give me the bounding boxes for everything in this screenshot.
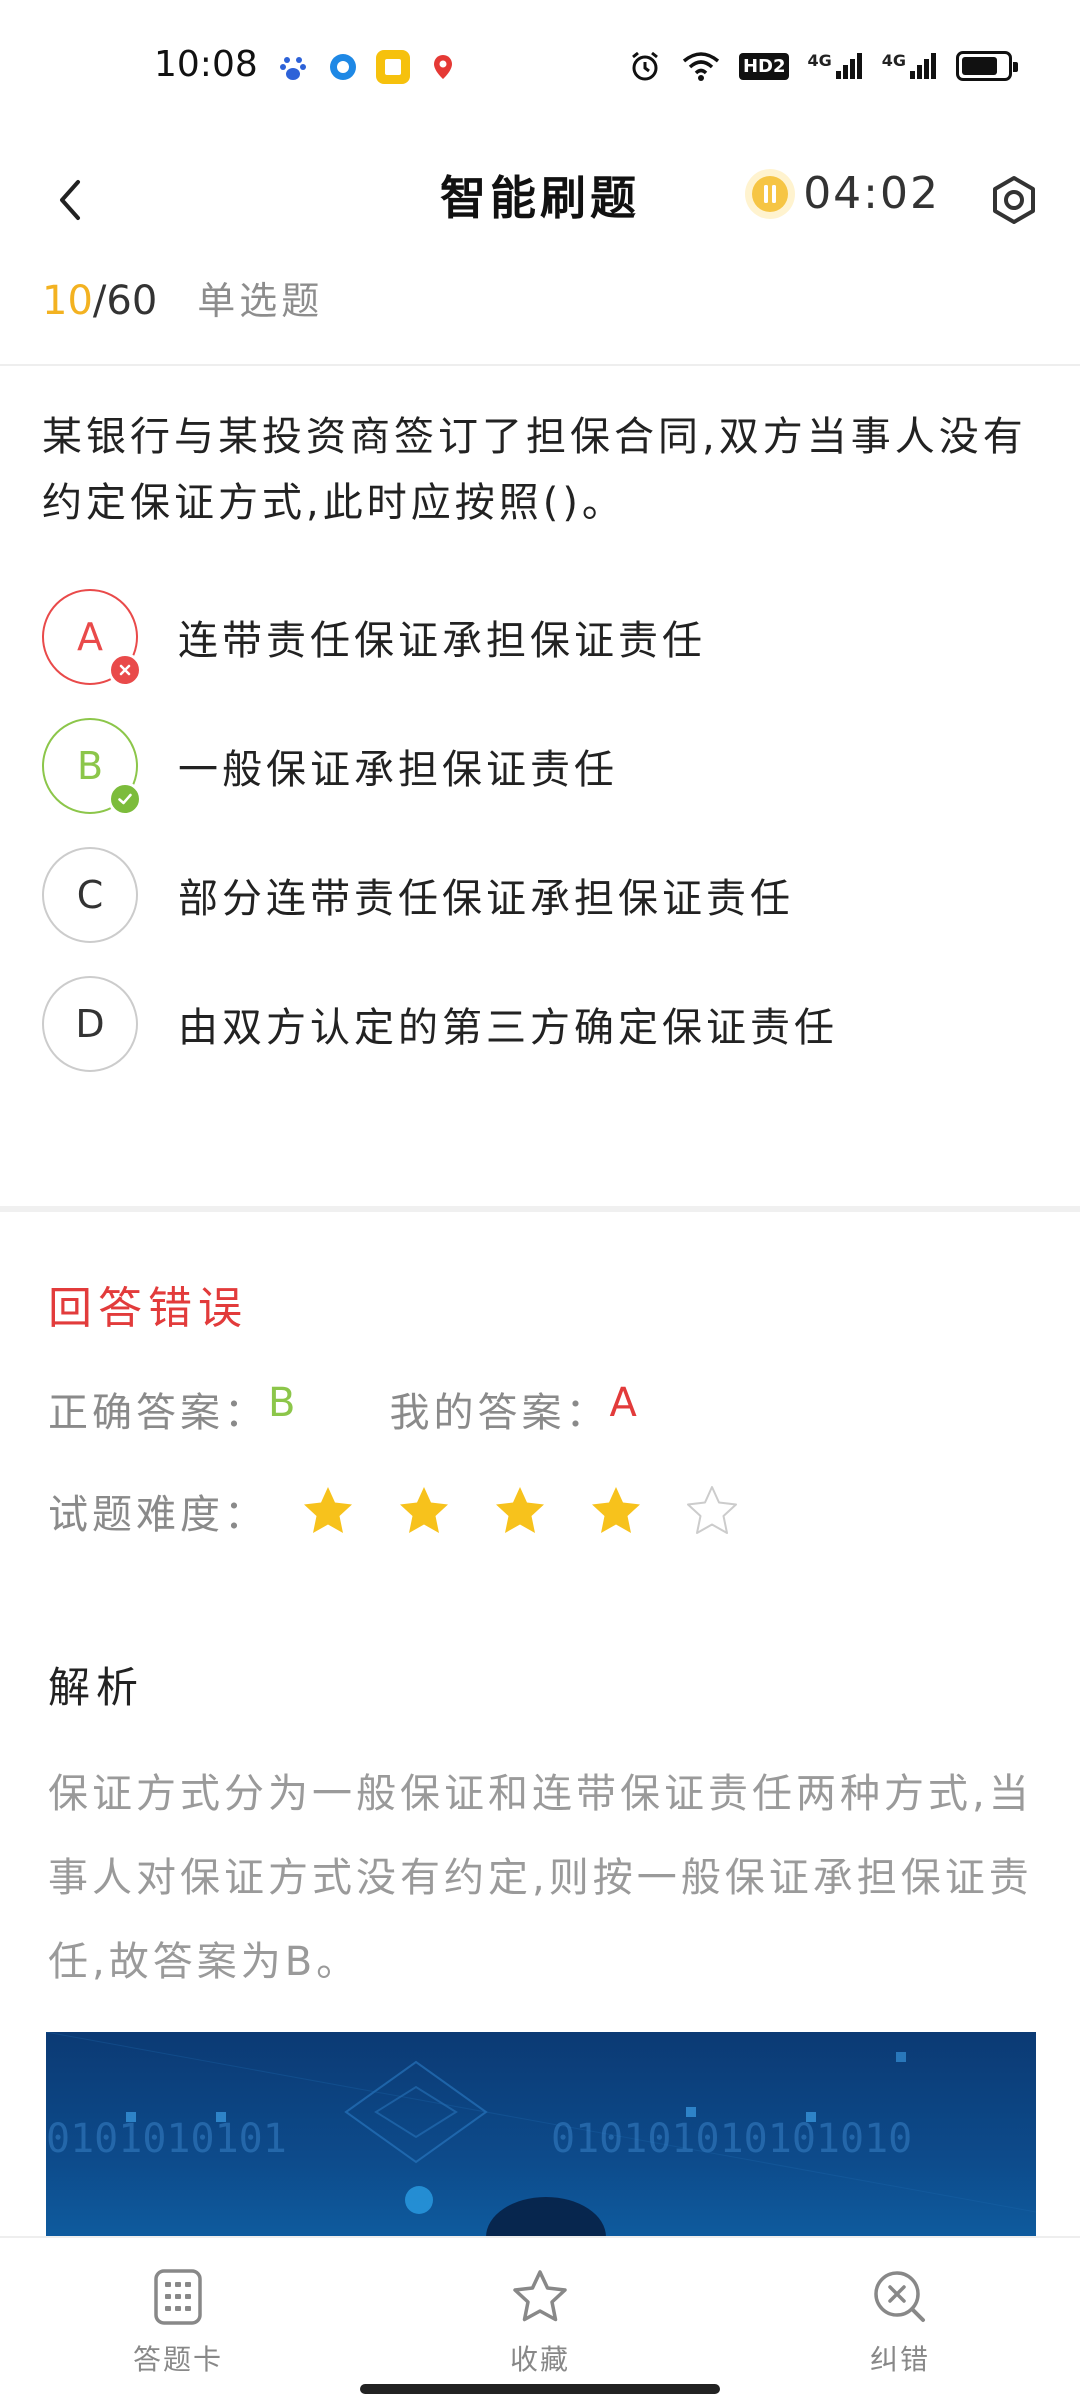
tab-favorite[interactable]: 收藏 <box>460 2268 620 2378</box>
signal-4g-icon: 4G <box>807 51 863 81</box>
check-mark-icon <box>108 781 142 816</box>
option-letter: A <box>77 614 103 659</box>
option-c[interactable]: C 部分连带责任保证承担保证责任 <box>42 830 1042 959</box>
analysis-text: 保证方式分为一般保证和连带保证责任两种方式,当事人对保证方式没有约定,则按一般保… <box>48 1771 1033 1985</box>
tab-label: 答题卡 <box>132 2343 223 2376</box>
hd-label: HD2 <box>742 55 786 77</box>
status-time: 10:08 <box>154 44 258 85</box>
difficulty-rating: 试题难度： <box>48 1482 740 1540</box>
binary-text-left: 0101010101 <box>46 2116 287 2162</box>
option-a[interactable]: A 连带责任保证承担保证责任 <box>42 572 1042 701</box>
question-text: 某银行与某投资商签订了担保合同,双方当事人没有约定保证方式,此时应按照()。 <box>42 414 1027 526</box>
reader-icon <box>376 50 410 84</box>
correct-answer-label: 正确答案： <box>48 1390 268 1436</box>
settings-button[interactable] <box>984 170 1044 230</box>
battery-level <box>962 57 997 75</box>
tab-answer-card[interactable]: 答题卡 <box>98 2268 258 2378</box>
tab-label: 收藏 <box>509 2343 570 2376</box>
star-filled-icon <box>304 1487 352 1533</box>
option-letter: D <box>75 1001 105 1046</box>
signal-4g-icon: 4G <box>882 51 938 81</box>
option-letter: C <box>76 872 104 917</box>
wifi-icon <box>682 52 720 81</box>
status-bar: 10:08 HD2 4G 4G <box>0 0 1080 140</box>
option-text: 一般保证承担保证责任 <box>178 746 618 793</box>
progress-current: 10 <box>42 278 93 324</box>
analysis-title: 解析 <box>48 1663 145 1712</box>
answer-summary: 正确答案： B 我的答案： A <box>48 1380 641 1438</box>
correct-answer-value: B <box>268 1380 300 1426</box>
timer-value: 04:02 <box>803 168 940 219</box>
question-type: 单选题 <box>197 279 324 323</box>
star-empty-icon <box>687 1486 737 1534</box>
star-outline-icon <box>513 2270 567 2322</box>
option-letter: B <box>76 743 104 788</box>
option-text: 部分连带责任保证承担保证责任 <box>178 875 794 922</box>
star-filled-icon <box>496 1487 544 1533</box>
star-filled-icon <box>400 1487 448 1533</box>
progress-total: 60 <box>106 278 158 324</box>
option-letter-circle: D <box>42 975 138 1072</box>
option-letter-circle: B <box>42 717 142 816</box>
network-type-label: 4G <box>881 51 906 70</box>
question-progress: 10 / 60 单选题 <box>42 270 323 330</box>
my-answer-label: 我的答案： <box>389 1390 610 1436</box>
difficulty-stars <box>300 1483 740 1539</box>
option-text: 连带责任保证承担保证责任 <box>178 617 706 664</box>
section-divider <box>0 1206 1080 1212</box>
home-indicator[interactable] <box>360 2384 720 2394</box>
result-status: 回答错误 <box>48 1283 248 1334</box>
header: 智能刷题 04:02 <box>0 140 1080 270</box>
network-type-label: 4G <box>807 51 832 70</box>
analysis-image: 0101010101 010101010101010 <box>46 2032 1036 2237</box>
battery-icon <box>956 51 1018 81</box>
answer-card-icon <box>154 2269 202 2325</box>
option-d[interactable]: D 由双方认定的第三方确定保证责任 <box>42 959 1042 1088</box>
alarm-icon <box>632 51 658 81</box>
option-text: 由双方认定的第三方确定保证责任 <box>178 1004 838 1051</box>
settings-icon <box>993 176 1035 224</box>
search-error-icon <box>874 2271 925 2322</box>
status-indicators: HD2 4G 4G <box>627 48 1018 84</box>
my-answer-value: A <box>609 1380 641 1426</box>
option-letter-circle: C <box>42 846 138 943</box>
divider <box>0 364 1080 366</box>
pause-icon[interactable] <box>745 168 796 219</box>
progress-separator: / <box>92 278 107 324</box>
options-list: A 连带责任保证承担保证责任 B 一般保证承担保证责任 C 部分连带责任保证承担… <box>42 572 1042 1088</box>
option-letter-circle: A <box>42 588 142 687</box>
baidu-icon <box>276 50 310 84</box>
star-filled-icon <box>592 1487 640 1533</box>
binary-text-right: 010101010101010 <box>551 2116 912 2162</box>
timer[interactable]: 04:02 <box>745 168 940 219</box>
wrong-mark-icon <box>108 652 142 687</box>
bottom-nav: 答题卡 收藏 纠错 <box>0 2236 1080 2400</box>
tab-label: 纠错 <box>869 2343 930 2376</box>
browser-icon <box>326 50 360 84</box>
hd-icon: HD2 <box>738 52 790 80</box>
map-pin-icon <box>426 50 460 84</box>
difficulty-label: 试题难度： <box>48 1492 268 1538</box>
status-app-icons <box>276 50 460 84</box>
tab-report-error[interactable]: 纠错 <box>820 2268 980 2378</box>
digital-background-graphic: 0101010101 010101010101010 <box>46 2032 1036 2237</box>
option-b[interactable]: B 一般保证承担保证责任 <box>42 701 1042 830</box>
